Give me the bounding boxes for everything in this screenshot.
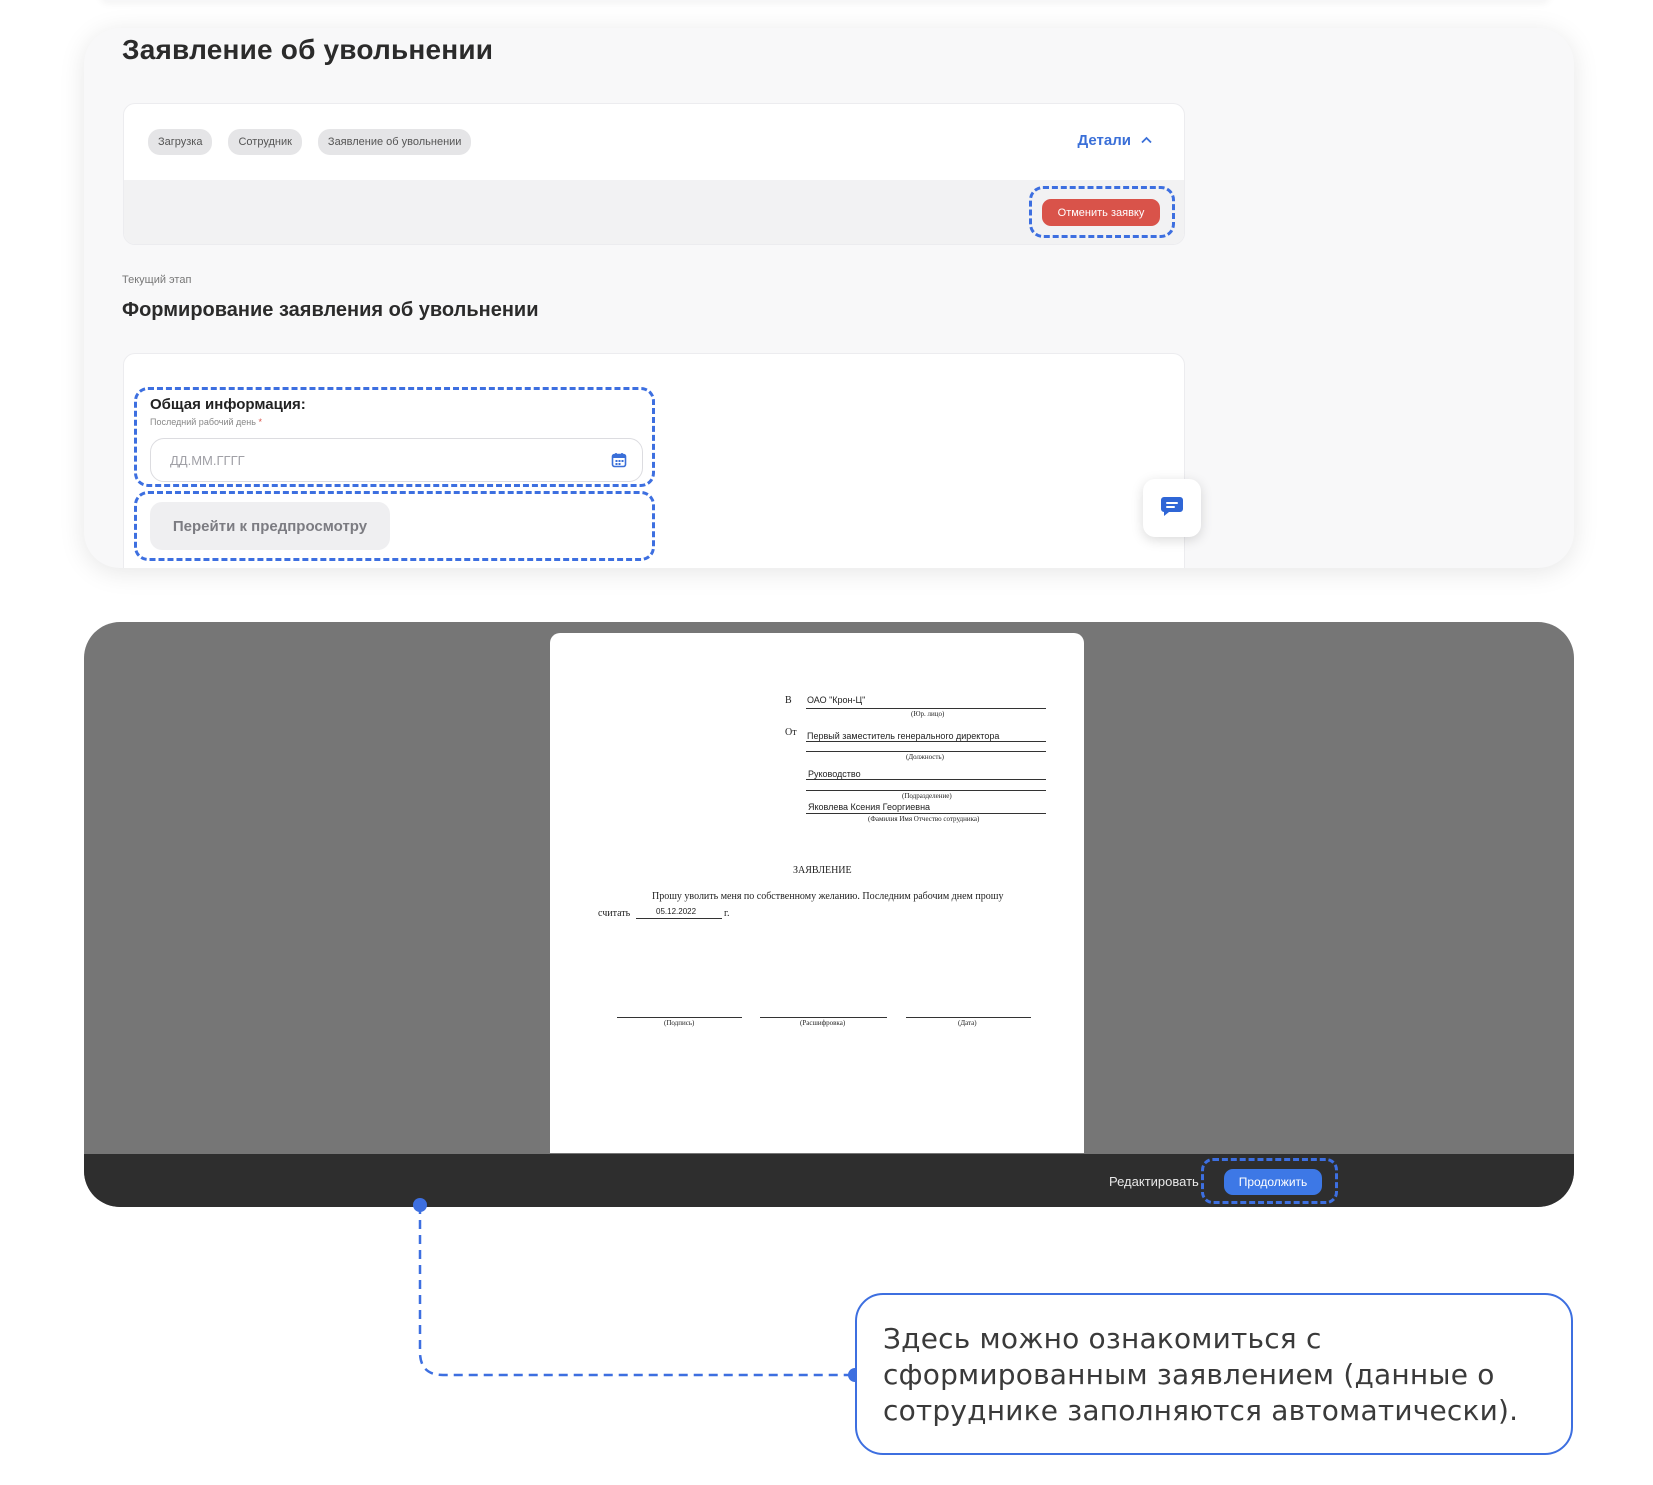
callout-text: Здесь можно ознакомиться с сформированны… bbox=[883, 1322, 1519, 1427]
callout-connector bbox=[413, 1198, 862, 1382]
callout-box: Здесь можно ознакомиться с сформированны… bbox=[855, 1293, 1573, 1455]
